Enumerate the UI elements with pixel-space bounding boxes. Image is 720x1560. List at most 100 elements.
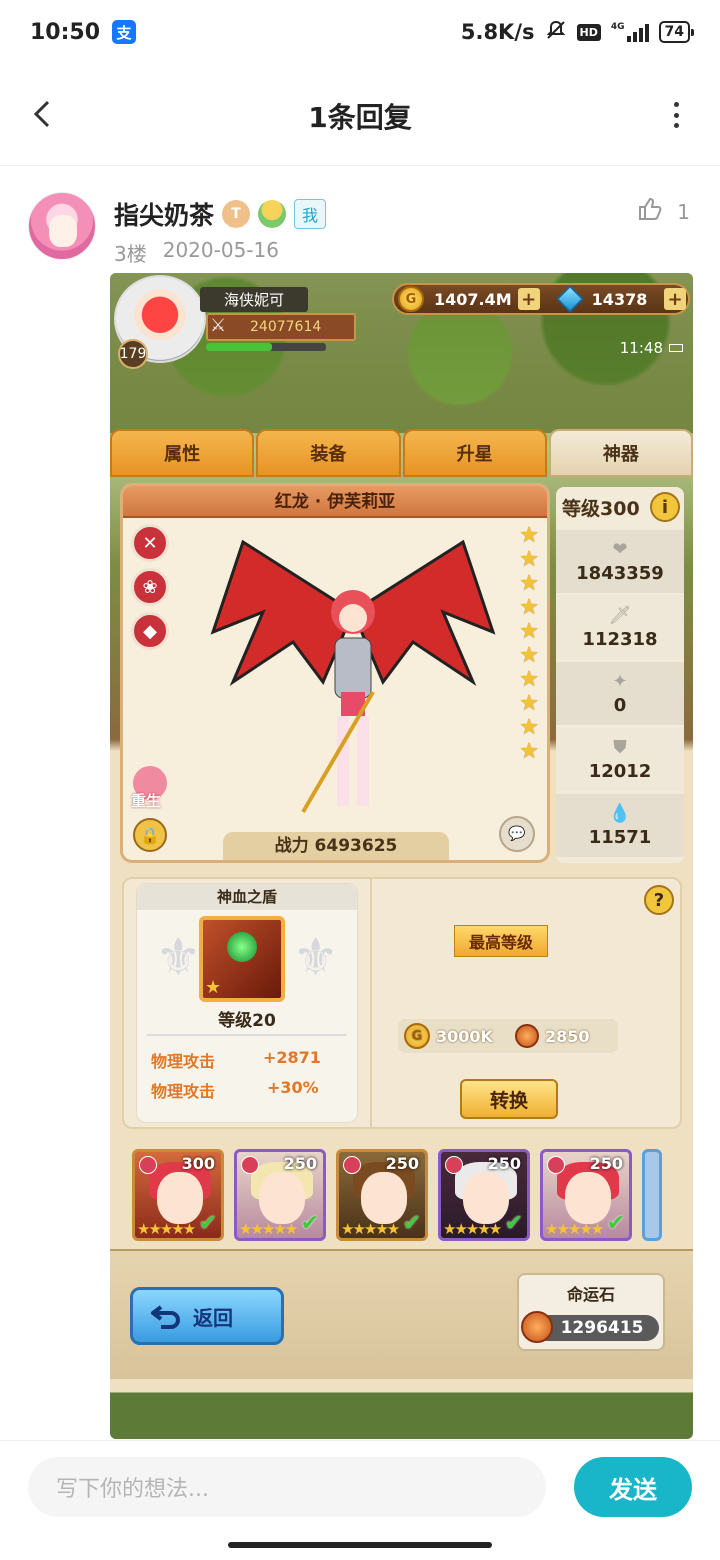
hero-card: 250 ★★★★★ ✔ [336,1149,428,1241]
stat-attack: 🗡 112318 [556,596,684,659]
more-menu-icon[interactable] [672,102,680,128]
sword-icon: 🗡 [608,605,632,626]
status-icons: 5.8K/s HD 4G 74 [461,19,695,46]
pin-icon: ✦ [612,671,628,692]
tab-star-up: 升星 [402,429,547,477]
alipay-icon: 支 [112,20,137,44]
artifact-panel: 神血之盾 ⚜ ⚜ ★ 等级20 物理攻击 +2871 物理攻击 +30% ? 最… [122,877,682,1129]
role-icon: ◆ [131,612,169,650]
fate-stone-box: 命运石 1296415 [517,1273,665,1351]
fate-stone-icon [514,1024,539,1048]
faction-icon: ❀ [131,568,169,606]
check-icon: ✔ [300,1211,319,1236]
stat-value: 112318 [582,629,658,650]
hero-roster: 300 ★★★★★ ✔ 250 ★★★★★ ✔ 250 ★★★★★ ✔ 250 ★★★… [132,1149,670,1245]
me-tag: 我 [294,199,327,229]
stat-hp: ❤ 1843359 [556,530,684,593]
hero-card: 300 ★★★★★ ✔ [132,1149,224,1241]
shield-artifact-icon: ★ [199,916,285,1002]
hero-level: 等级300 i [556,487,684,527]
attr-value: +30% [267,1078,319,1097]
avatar[interactable] [28,192,96,260]
username[interactable]: 指尖奶茶 [114,196,214,232]
game-time: 11:48 [619,339,663,357]
stat-defense: ⛊ 12012 [556,728,684,791]
tab-equipment: 装备 [256,429,401,477]
fan-badge-icon [258,200,287,228]
lock-icon: 🔒 [133,818,167,852]
shield-icon: ⛊ [613,737,627,758]
stat-value: 11571 [588,827,652,848]
rebirth-label: 重生 [131,792,162,810]
top-nav: 1条回复 [0,64,720,166]
fate-stone-icon [521,1311,553,1343]
stats-column: 等级300 i ❤ 1843359 🗡 112318 ✦ 0 ⛊ 12012 💧 1157… [556,487,684,863]
hero-tabs: 属性 装备 升星 神器 [110,429,693,477]
upgrade-cost: G 3000K 2850 [398,1019,618,1053]
hero-level: 250 [589,1154,623,1173]
like-count: 1 [677,199,690,224]
game-clock: 11:48 [620,339,683,357]
stat-value: 0 [613,695,627,716]
status-bar: 10:50 支 5.8K/s HD 4G 74 [0,0,720,64]
level-badge-icon: T [222,200,251,228]
home-indicator[interactable] [228,1542,492,1548]
hero-level: 300 [181,1154,215,1173]
post-meta: 3楼 2020-05-16 [114,238,279,267]
network-type: 4G [610,22,625,32]
stat-value: 1843359 [576,563,664,584]
page-title: 1条回复 [308,101,412,134]
game-back-button: 返回 [130,1287,284,1345]
class-icon: ✕ [131,524,169,562]
stat-crit: ✦ 0 [556,662,684,725]
artifact-title: 神血之盾 [137,884,357,910]
reply-bar: 写下你的想法... 发送 [0,1440,720,1532]
max-level-badge: 最高等级 [454,925,549,957]
heart-icon: ❤ [612,539,628,560]
tab-artifact: 神器 [548,429,693,477]
reply-input[interactable]: 写下你的想法... [28,1457,546,1517]
check-icon: ✔ [606,1211,625,1236]
thumbs-up-icon [637,196,663,227]
post-image[interactable]: 179 海侠妮可 24077614 ⚔ G 1407.4M + 14378 + … [110,273,693,1439]
exp-bar [206,343,326,351]
hero-level-text: 等级300 [562,497,640,520]
stat-value: 12012 [588,761,652,782]
convert-button: 转换 [460,1079,558,1119]
like-button[interactable]: 1 [637,196,690,227]
gold-coin-icon: G [404,1023,430,1049]
check-icon: ✔ [504,1211,523,1236]
hd-icon: HD [576,23,601,41]
signal-icon: 4G [611,22,649,42]
attr-name: 物理攻击 [151,1052,216,1071]
stat-resist: 💧 11571 [556,794,684,857]
fate-title: 命运石 [566,1285,615,1304]
hero-card: 250 ★★★★★ ✔ [234,1149,326,1241]
hero-level: 250 [487,1154,521,1173]
mute-bell-icon [545,19,567,46]
add-gem-icon: + [664,288,686,310]
gem-amount: 14378 [591,289,648,309]
send-button[interactable]: 发送 [574,1457,692,1517]
hero-name: 红龙 · 伊芙莉亚 [123,486,547,518]
crossed-swords-icon: ⚔ [210,315,227,336]
hero-level: 250 [283,1154,317,1173]
cost-gold: 3000K [436,1026,493,1046]
clock: 10:50 [30,19,101,45]
fleur-left-icon: ⚜ [155,928,202,988]
player-name: 海侠妮可 [200,287,309,312]
gold-amount: 1407.4M [434,289,512,309]
hero-card: 250 ★★★★★ ✔ [540,1149,632,1241]
battery-level: 74 [664,24,684,40]
help-icon: ? [644,885,674,915]
info-icon: i [650,492,680,522]
floor-number: 3楼 [114,242,147,266]
attr-name: 物理攻击 [151,1082,216,1101]
check-icon: ✔ [402,1211,421,1236]
hero-panel: 红龙 · 伊芙莉亚 ✕ ❀ ◆ ★ ★ ★ ★ ★ ★ ★ ★ ★ ★ 重生 🔒 💬 战力 64… [120,483,550,863]
dragon-girl-character [210,539,496,814]
hero-card-partial [642,1149,662,1241]
battle-power: 战力 6493625 [223,832,449,860]
hero-level: 250 [385,1154,419,1173]
game-topbar: 179 海侠妮可 24077614 ⚔ G 1407.4M + 14378 + … [110,273,693,369]
